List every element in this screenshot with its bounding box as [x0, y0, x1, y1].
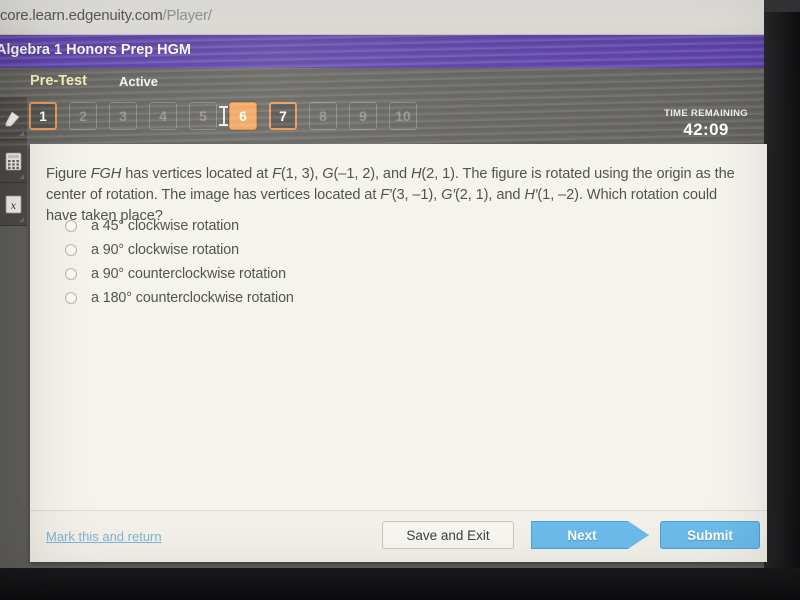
- radio-button-icon[interactable]: [65, 220, 77, 232]
- q-f: F: [272, 166, 281, 182]
- question-card-footer: Mark this and return Save and Exit Next …: [30, 510, 767, 562]
- answer-choice-list: a 45° clockwise rotation a 90° clockwise…: [46, 214, 746, 310]
- q-seg-1: Figure: [46, 166, 91, 182]
- q-g: G: [322, 166, 334, 182]
- answer-choice-label: a 180° counterclockwise rotation: [91, 290, 294, 306]
- q-seg-2: has vertices located at: [121, 166, 273, 182]
- monitor-bezel-right: [764, 0, 800, 600]
- mark-this-and-return-link[interactable]: Mark this and return: [46, 529, 162, 544]
- q-f-prime: F′: [380, 187, 392, 203]
- radio-button-icon[interactable]: [65, 244, 77, 256]
- q-seg-4: (–1, 2), and: [333, 166, 411, 182]
- course-title: Algebra 1 Honors Prep HGM: [0, 42, 191, 58]
- formula-icon: x: [5, 195, 22, 214]
- q-h: H: [410, 166, 422, 182]
- calculator-icon: [5, 152, 22, 171]
- answer-choice-label: a 90° counterclockwise rotation: [91, 266, 286, 282]
- highlighter-icon: [4, 109, 23, 128]
- q-fgh: FGH: [90, 166, 122, 182]
- url-host: core.learn.edgenuity.com: [0, 7, 163, 24]
- question-card-body: Figure FGH has vertices located at F(1, …: [30, 144, 767, 511]
- assignment-state-label: Active: [119, 74, 159, 89]
- question-nav-item-9[interactable]: 9: [349, 102, 377, 130]
- time-remaining-label: TIME REMAINING: [664, 108, 748, 119]
- course-banner: Algebra 1 Honors Prep HGM: [0, 35, 764, 68]
- tool-rail: x: [0, 97, 27, 226]
- monitor-bezel-corner: [764, 0, 800, 12]
- url-text: core.learn.edgenuity.com/Player/: [0, 7, 212, 24]
- question-nav-item-8[interactable]: 8: [309, 102, 337, 130]
- answer-choice-label: a 90° clockwise rotation: [91, 242, 239, 258]
- svg-text:x: x: [11, 201, 17, 212]
- formula-tool[interactable]: x: [0, 183, 27, 226]
- radio-button-icon[interactable]: [65, 292, 77, 304]
- q-h-prime: H′: [524, 187, 538, 203]
- radio-button-icon[interactable]: [65, 268, 77, 280]
- submit-button[interactable]: Submit: [660, 521, 760, 549]
- monitor-bezel-bottom: [0, 568, 800, 600]
- browser-url-bar[interactable]: core.learn.edgenuity.com/Player/: [0, 0, 764, 35]
- url-path: /Player/: [162, 7, 212, 24]
- question-nav-item-7[interactable]: 7: [269, 102, 297, 130]
- question-nav-item-5[interactable]: 5: [189, 102, 217, 130]
- q-g-prime: G′: [441, 187, 455, 203]
- time-remaining-value: 42:09: [683, 120, 729, 139]
- question-nav-item-4[interactable]: 4: [149, 102, 177, 130]
- screen-photograph: core.learn.edgenuity.com/Player/ Algebra…: [0, 0, 800, 600]
- question-nav-item-6[interactable]: 6: [229, 102, 257, 130]
- highlighter-tool[interactable]: [0, 97, 27, 140]
- question-nav-item-1[interactable]: 1: [29, 102, 57, 130]
- q-seg-3: (1, 3),: [280, 166, 323, 182]
- question-nav-item-10[interactable]: 10: [389, 102, 417, 130]
- question-card: Figure FGH has vertices located at F(1, …: [30, 144, 767, 562]
- answer-choice[interactable]: a 90° clockwise rotation: [46, 238, 746, 262]
- assignment-type-label: Pre-Test: [30, 73, 87, 89]
- question-nav-item-3[interactable]: 3: [109, 102, 137, 130]
- answer-choice[interactable]: a 90° counterclockwise rotation: [46, 262, 746, 286]
- question-nav: 1 2 3 4 5 6 7 8 9 10: [27, 100, 667, 138]
- assignment-status-row: Pre-Test Active: [0, 68, 764, 97]
- question-nav-item-2[interactable]: 2: [69, 102, 97, 130]
- time-remaining: TIME REMAINING 42:09: [664, 108, 748, 140]
- q-seg-6: (3, –1),: [391, 187, 442, 203]
- q-seg-7: (2, 1), and: [454, 187, 525, 203]
- answer-choice[interactable]: a 45° clockwise rotation: [46, 214, 746, 238]
- save-and-exit-button[interactable]: Save and Exit: [382, 521, 514, 549]
- text-cursor: [219, 106, 228, 126]
- answer-choice[interactable]: a 180° counterclockwise rotation: [46, 286, 746, 310]
- next-button[interactable]: Next: [531, 521, 649, 549]
- answer-choice-label: a 45° clockwise rotation: [91, 218, 239, 234]
- calculator-tool[interactable]: [0, 140, 27, 183]
